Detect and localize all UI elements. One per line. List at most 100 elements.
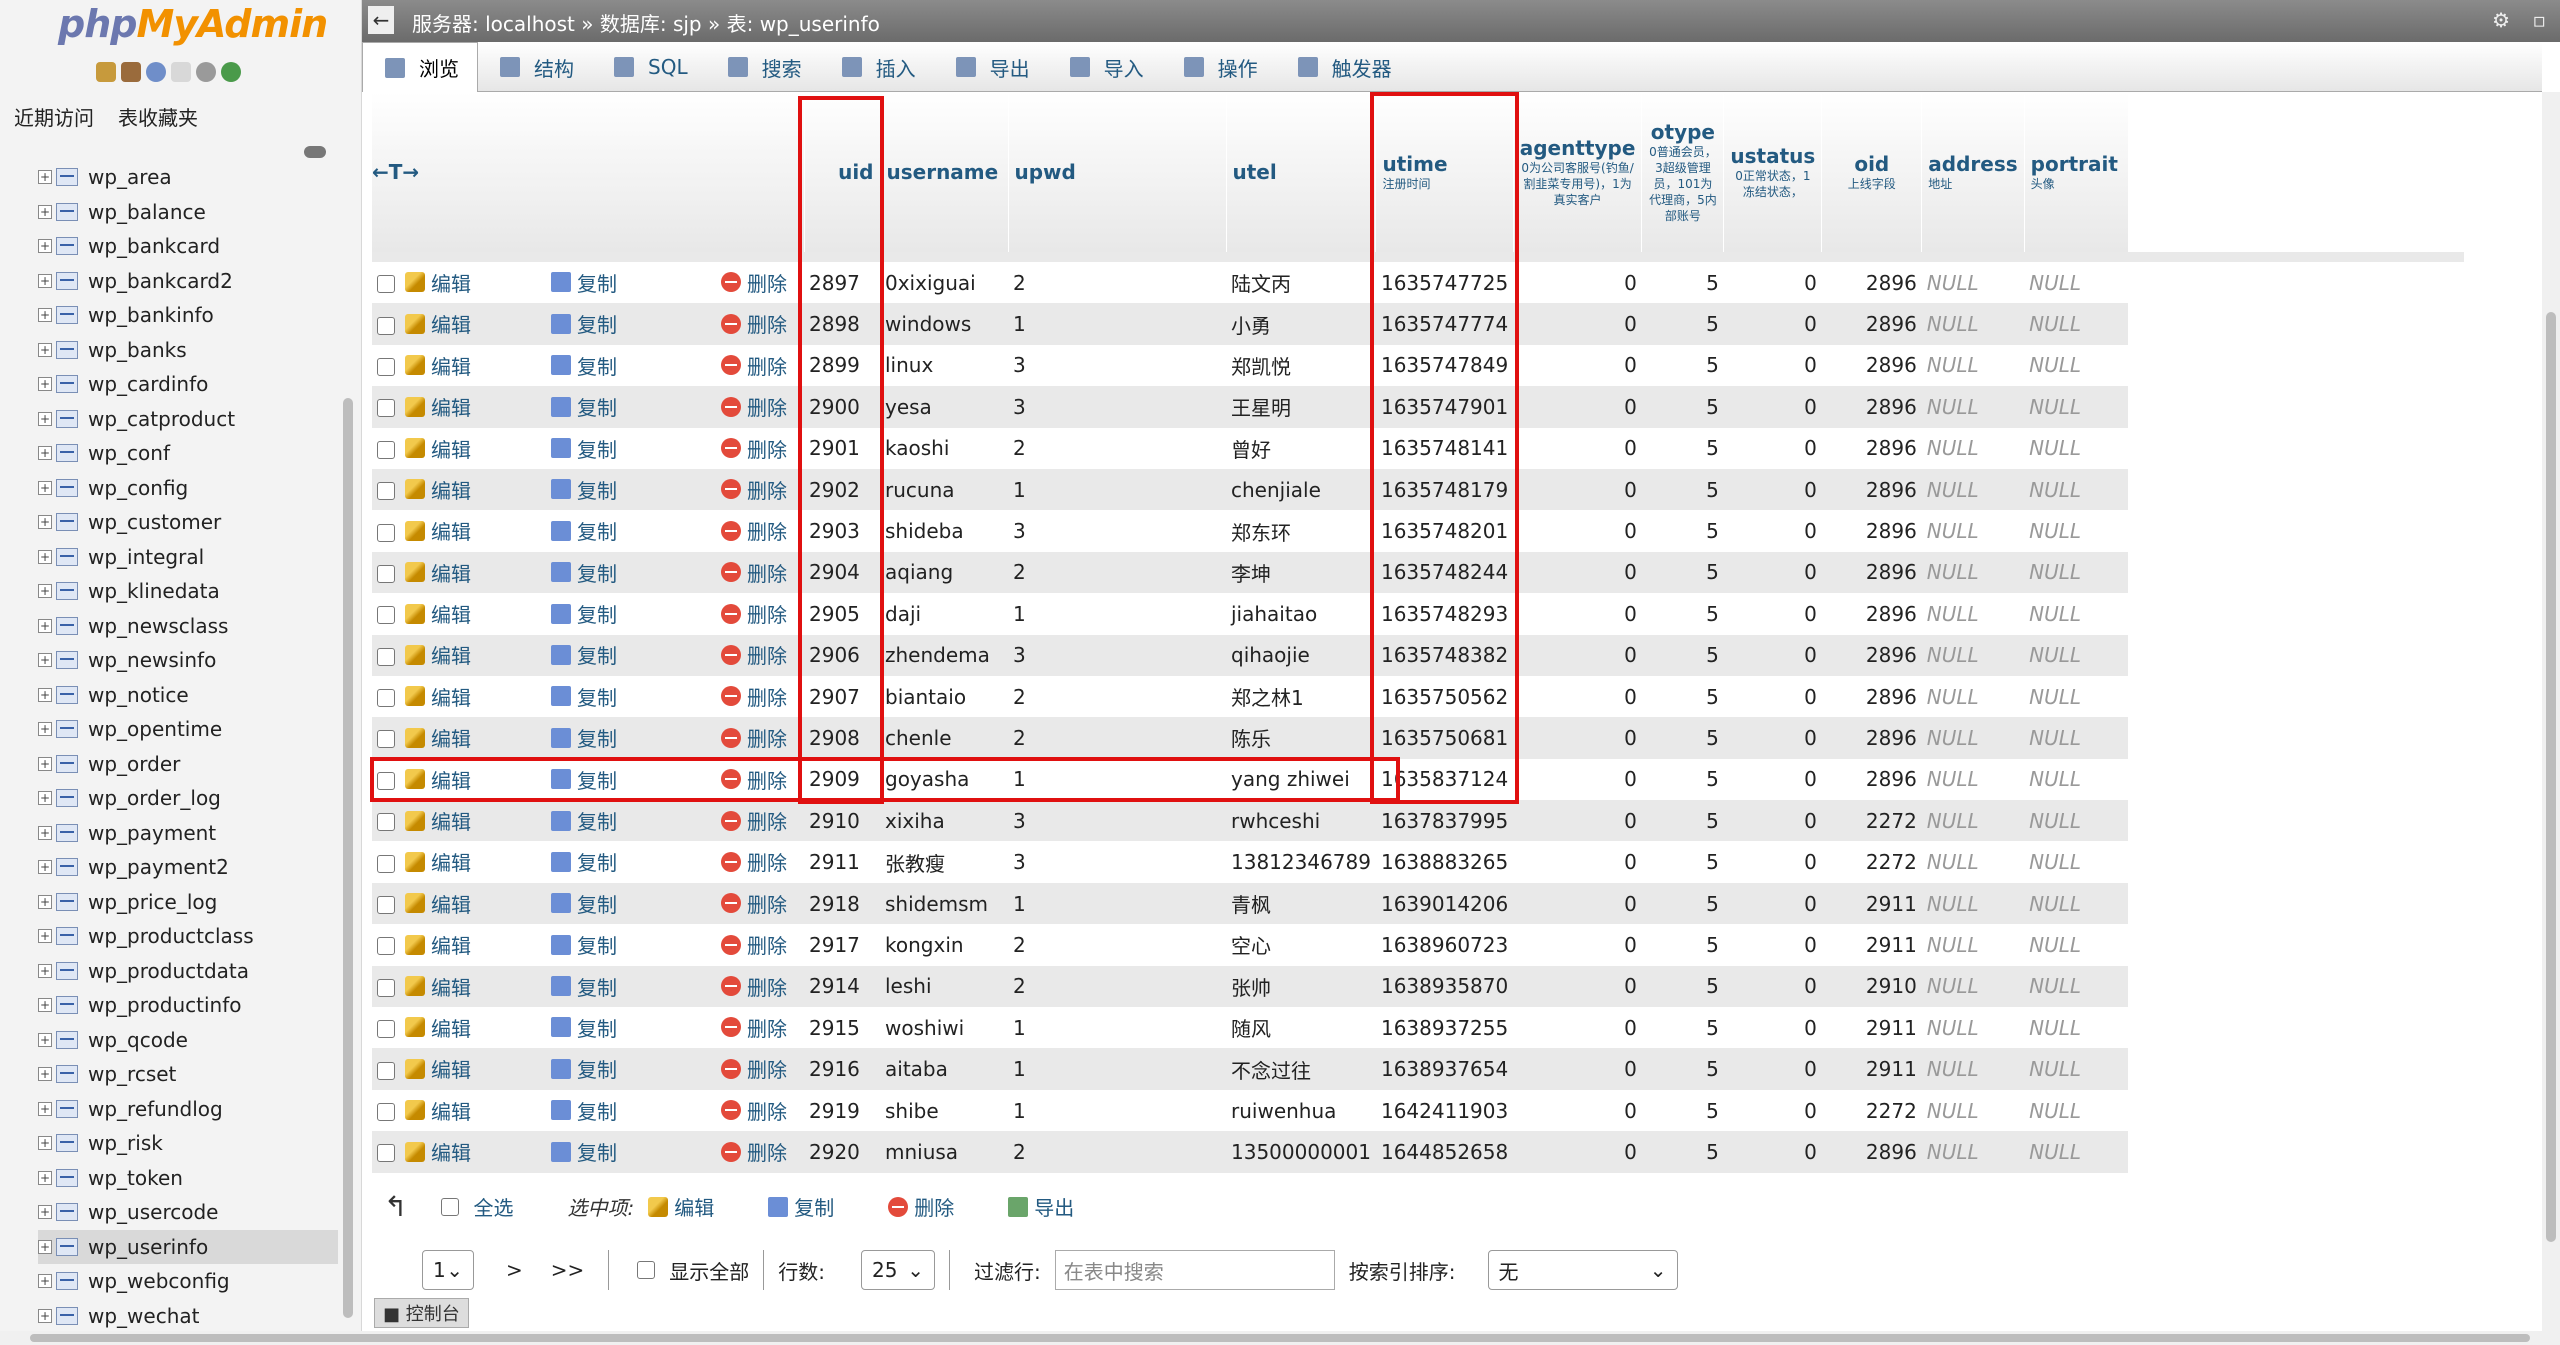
cell[interactable]: xixiha bbox=[880, 800, 1008, 842]
home-icon[interactable] bbox=[96, 62, 116, 82]
cell[interactable]: NULL bbox=[2024, 303, 2129, 345]
cell[interactable]: 0 bbox=[1723, 1089, 1822, 1132]
row-checkbox[interactable] bbox=[377, 1103, 395, 1121]
cell[interactable]: NULL bbox=[1921, 551, 2025, 594]
cell[interactable]: yesa bbox=[880, 386, 1008, 428]
cell[interactable]: 0 bbox=[1513, 386, 1642, 428]
cell[interactable]: 青枫 bbox=[1226, 882, 1376, 925]
cell[interactable]: NULL bbox=[1921, 593, 2025, 635]
delete-link[interactable]: 删除 bbox=[721, 351, 787, 380]
cell[interactable]: 0 bbox=[1723, 758, 1822, 801]
cell[interactable]: NULL bbox=[2024, 800, 2129, 842]
cell[interactable]: chenjiale bbox=[1226, 468, 1376, 511]
cell[interactable]: 0 bbox=[1513, 1048, 1642, 1090]
expand-icon[interactable]: + bbox=[38, 825, 52, 840]
row-checkbox[interactable] bbox=[377, 854, 395, 873]
bulk-delete-button[interactable]: 删除 bbox=[888, 1192, 954, 1221]
edit-link[interactable]: 编辑 bbox=[405, 351, 471, 380]
copy-link[interactable]: 复制 bbox=[551, 640, 617, 669]
cell[interactable]: 5 bbox=[1641, 510, 1724, 552]
sidebar-table-item[interactable]: + wp_price_log bbox=[38, 885, 338, 920]
edit-link[interactable]: 编辑 bbox=[405, 516, 471, 545]
cell[interactable]: NULL bbox=[2024, 1089, 2129, 1132]
cell[interactable]: 3 bbox=[1008, 841, 1226, 883]
edit-link[interactable]: 编辑 bbox=[405, 889, 471, 918]
row-checkbox[interactable] bbox=[377, 647, 395, 666]
cell[interactable]: NULL bbox=[2024, 344, 2129, 387]
cell[interactable]: mniusa bbox=[880, 1131, 1008, 1173]
expand-icon[interactable]: + bbox=[38, 239, 52, 254]
cell[interactable]: 0 bbox=[1723, 965, 1822, 1008]
cell[interactable]: 0xixiguai bbox=[880, 262, 1008, 304]
row-checkbox[interactable] bbox=[377, 1020, 395, 1039]
edit-link[interactable]: 编辑 bbox=[405, 309, 471, 338]
tab-0[interactable]: 浏览 bbox=[362, 42, 478, 92]
delete-link[interactable]: 删除 bbox=[721, 806, 787, 835]
cell[interactable]: shibe bbox=[880, 1089, 1008, 1132]
cell[interactable]: 0 bbox=[1723, 882, 1822, 925]
cell[interactable]: 2911 bbox=[1821, 1048, 1922, 1090]
cell[interactable]: 0 bbox=[1513, 262, 1642, 304]
expand-icon[interactable]: + bbox=[38, 1170, 52, 1185]
sidebar-table-item[interactable]: + wp_catproduct bbox=[38, 402, 338, 437]
cell[interactable]: 1638935870 bbox=[1375, 965, 1514, 1008]
back-arrow-icon[interactable]: ← bbox=[368, 6, 394, 34]
expand-icon[interactable]: + bbox=[38, 618, 52, 633]
sidebar-table-item[interactable]: + wp_refundlog bbox=[38, 1092, 338, 1127]
cell[interactable]: NULL bbox=[1921, 1131, 2025, 1173]
cell[interactable]: daji bbox=[880, 593, 1008, 635]
cell[interactable]: NULL bbox=[2024, 551, 2129, 594]
edit-link[interactable]: 编辑 bbox=[405, 640, 471, 669]
expand-icon[interactable]: + bbox=[38, 1032, 52, 1047]
cell[interactable]: 5 bbox=[1641, 262, 1724, 304]
cell[interactable]: 0 bbox=[1513, 924, 1642, 966]
column-header[interactable]: oid 上线字段 bbox=[1821, 92, 1923, 252]
cell[interactable]: 2896 bbox=[1821, 634, 1922, 676]
cell[interactable]: 郑凯悦 bbox=[1226, 344, 1376, 387]
cell[interactable]: 0 bbox=[1723, 634, 1822, 676]
cell[interactable]: NULL bbox=[1921, 634, 2025, 676]
cell[interactable]: 3 bbox=[1008, 510, 1226, 552]
cell[interactable]: 3 bbox=[1008, 344, 1226, 387]
help-icon[interactable] bbox=[146, 62, 166, 82]
copy-link[interactable]: 复制 bbox=[551, 847, 617, 876]
cell[interactable]: 2919 bbox=[804, 1089, 880, 1132]
copy-link[interactable]: 复制 bbox=[551, 889, 617, 918]
cell[interactable]: 2 bbox=[1008, 717, 1226, 759]
cell[interactable]: 0 bbox=[1513, 634, 1642, 676]
main-scrollbar[interactable] bbox=[2542, 92, 2560, 1332]
cell[interactable]: NULL bbox=[2024, 510, 2129, 552]
cell[interactable]: 2 bbox=[1008, 965, 1226, 1008]
cell[interactable]: 5 bbox=[1641, 675, 1724, 718]
cell[interactable]: 曾好 bbox=[1226, 427, 1376, 469]
console-toggle[interactable]: ■ 控制台 bbox=[374, 1298, 469, 1328]
cell[interactable]: 2910 bbox=[1821, 965, 1922, 1008]
delete-link[interactable]: 删除 bbox=[721, 599, 787, 628]
copy-link[interactable]: 复制 bbox=[551, 558, 617, 587]
cell[interactable]: NULL bbox=[2024, 882, 2129, 925]
cell[interactable]: NULL bbox=[1921, 1089, 2025, 1132]
last-page-button[interactable]: >> bbox=[551, 1258, 585, 1282]
copy-link[interactable]: 复制 bbox=[551, 806, 617, 835]
delete-link[interactable]: 删除 bbox=[721, 392, 787, 421]
cell[interactable]: NULL bbox=[1921, 468, 2025, 511]
cell[interactable]: 0 bbox=[1723, 1048, 1822, 1090]
cell[interactable]: 0 bbox=[1513, 468, 1642, 511]
expand-icon[interactable]: + bbox=[38, 273, 52, 288]
cell[interactable]: 2 bbox=[1008, 675, 1226, 718]
cell[interactable]: qihaojie bbox=[1226, 634, 1376, 676]
sidebar-table-item[interactable]: + wp_customer bbox=[38, 505, 338, 540]
sidebar-table-item[interactable]: + wp_balance bbox=[38, 195, 338, 230]
cell[interactable]: 5 bbox=[1641, 344, 1724, 387]
cell[interactable]: 5 bbox=[1641, 800, 1724, 842]
delete-link[interactable]: 删除 bbox=[721, 1054, 787, 1083]
sidebar-table-item[interactable]: + wp_newsinfo bbox=[38, 643, 338, 678]
cell[interactable]: 2896 bbox=[1821, 468, 1922, 511]
cell[interactable]: 2896 bbox=[1821, 593, 1922, 635]
expand-icon[interactable]: + bbox=[38, 653, 52, 668]
cell[interactable]: 0 bbox=[1513, 551, 1642, 594]
cell[interactable]: 5 bbox=[1641, 386, 1724, 428]
cell[interactable]: 2918 bbox=[804, 882, 880, 925]
collapse-all-icon[interactable] bbox=[304, 146, 326, 158]
cell[interactable]: 0 bbox=[1723, 924, 1822, 966]
